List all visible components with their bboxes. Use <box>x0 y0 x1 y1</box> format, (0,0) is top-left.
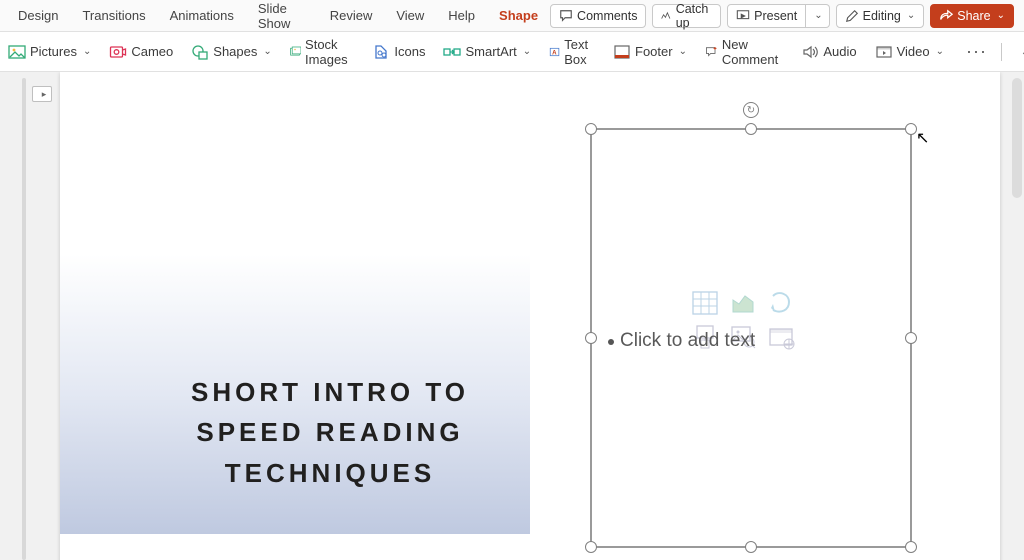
smartart-label: SmartArt <box>465 44 516 59</box>
resize-handle-sw[interactable] <box>585 541 597 553</box>
resize-handle-se[interactable] <box>905 541 917 553</box>
pictures-icon <box>8 43 26 61</box>
placeholder-text: Click to add text <box>620 330 755 352</box>
svg-text:A: A <box>552 49 557 56</box>
shapes-button[interactable]: Shapes ⌄ <box>189 40 273 64</box>
slide[interactable]: SHORT INTRO TO SPEED READING TECHNIQUES … <box>60 72 1000 560</box>
present-icon <box>736 9 750 23</box>
vertical-scrollbar[interactable] <box>1010 72 1024 560</box>
footer-button[interactable]: Footer ⌄ <box>611 40 689 64</box>
resize-handle-s[interactable] <box>745 541 757 553</box>
textbox-label: Text Box <box>564 37 595 67</box>
tab-view[interactable]: View <box>384 2 436 29</box>
content-placeholder[interactable]: ↻ Click to add text <box>590 128 912 548</box>
thumbnail-rail[interactable] <box>22 78 26 560</box>
tab-design[interactable]: Design <box>6 2 70 29</box>
present-dropdown[interactable]: ⌄ <box>806 4 829 28</box>
new-comment-label: New Comment <box>722 37 783 67</box>
comments-label: Comments <box>577 9 637 23</box>
comments-button[interactable]: Comments <box>550 4 646 28</box>
collapse-ribbon-button[interactable]: ⌄ <box>1010 43 1024 60</box>
shapes-icon <box>191 43 209 61</box>
smartart-icon <box>443 43 461 61</box>
bullet-icon <box>608 339 614 345</box>
tab-help[interactable]: Help <box>436 2 487 29</box>
separator <box>1001 43 1002 61</box>
resize-handle-nw[interactable] <box>585 123 597 135</box>
resize-handle-ne[interactable] <box>905 123 917 135</box>
tab-review[interactable]: Review <box>318 2 385 29</box>
audio-icon <box>801 43 819 61</box>
present-label: Present <box>754 9 797 23</box>
icons-button[interactable]: Icons <box>370 40 427 64</box>
pictures-button[interactable]: Pictures ⌄ <box>6 40 93 64</box>
stock-images-button[interactable]: Stock Images <box>288 34 357 70</box>
pencil-icon <box>845 9 859 23</box>
slide-title[interactable]: SHORT INTRO TO SPEED READING TECHNIQUES <box>140 372 520 493</box>
chevron-down-icon: ⌄ <box>263 46 271 57</box>
video-icon <box>875 43 893 61</box>
insert-toolbar: Pictures ⌄ Cameo Shapes ⌄ Stock Images Ico… <box>0 32 1024 72</box>
audio-label: Audio <box>823 44 856 59</box>
scroll-thumb[interactable] <box>1012 78 1022 198</box>
comment-icon <box>559 9 573 23</box>
resize-handle-e[interactable] <box>905 332 917 344</box>
new-comment-button[interactable]: New Comment <box>703 34 785 70</box>
rotate-handle[interactable]: ↻ <box>743 102 759 118</box>
stock-images-icon <box>290 43 301 61</box>
ribbon-tabs: Design Transitions Animations Slide Show… <box>0 0 1024 32</box>
video-label: Video <box>897 44 930 59</box>
share-label: Share <box>957 9 990 23</box>
title-line-3: TECHNIQUES <box>225 458 435 488</box>
chevron-down-icon: ⌄ <box>814 10 822 21</box>
insert-table-icon[interactable] <box>688 288 722 318</box>
chevron-down-icon: ⌄ <box>523 46 531 57</box>
slide-canvas-area: SHORT INTRO TO SPEED READING TECHNIQUES … <box>0 72 1024 560</box>
resize-handle-n[interactable] <box>745 123 757 135</box>
pictures-label: Pictures <box>30 44 77 59</box>
chevron-down-icon: ⌄ <box>936 46 944 57</box>
textbox-icon: A <box>549 43 560 61</box>
tab-slideshow[interactable]: Slide Show <box>246 0 318 37</box>
stock-images-label: Stock Images <box>305 37 354 67</box>
chevron-down-icon: ⌄ <box>679 46 687 57</box>
chevron-down-icon: ⌄ <box>907 10 915 21</box>
insert-video-icon[interactable] <box>764 322 798 352</box>
catchup-button[interactable]: Catch up <box>652 4 721 28</box>
video-button[interactable]: Video ⌄ <box>873 40 946 64</box>
insert-smartart-icon[interactable] <box>764 288 798 318</box>
tab-animations[interactable]: Animations <box>158 2 246 29</box>
new-comment-icon <box>705 43 718 61</box>
more-button[interactable]: ··· <box>960 41 993 62</box>
chevron-down-icon: ⌄ <box>83 46 91 57</box>
ribbon-right-group: Comments Catch up Present ⌄ Editing ⌄ Sh… <box>550 4 1018 28</box>
editing-label: Editing <box>863 9 901 23</box>
insert-chart-icon[interactable] <box>726 288 760 318</box>
cameo-label: Cameo <box>131 44 173 59</box>
title-line-1: SHORT INTRO TO <box>191 377 469 407</box>
icons-icon <box>372 43 390 61</box>
present-button[interactable]: Present <box>727 4 806 28</box>
icons-label: Icons <box>394 44 425 59</box>
title-line-2: SPEED READING <box>196 417 463 447</box>
placeholder-prompt[interactable]: Click to add text <box>608 330 755 352</box>
tab-transitions[interactable]: Transitions <box>70 2 157 29</box>
cameo-icon <box>109 43 127 61</box>
smartart-button[interactable]: SmartArt ⌄ <box>441 40 533 64</box>
resize-handle-w[interactable] <box>585 332 597 344</box>
shapes-label: Shapes <box>213 44 257 59</box>
share-icon <box>939 9 953 23</box>
share-button[interactable]: Share ⌄ <box>930 4 1014 28</box>
chevron-down-icon: ⌄ <box>997 10 1005 21</box>
outline-toggle-button[interactable] <box>32 86 52 102</box>
editing-mode-button[interactable]: Editing ⌄ <box>836 4 925 28</box>
tab-shape[interactable]: Shape <box>487 2 550 29</box>
textbox-button[interactable]: A Text Box <box>547 34 597 70</box>
catchup-label: Catch up <box>676 2 712 30</box>
footer-icon <box>613 43 631 61</box>
footer-label: Footer <box>635 44 673 59</box>
catchup-icon <box>661 9 671 23</box>
audio-button[interactable]: Audio <box>799 40 858 64</box>
cameo-button[interactable]: Cameo <box>107 40 175 64</box>
